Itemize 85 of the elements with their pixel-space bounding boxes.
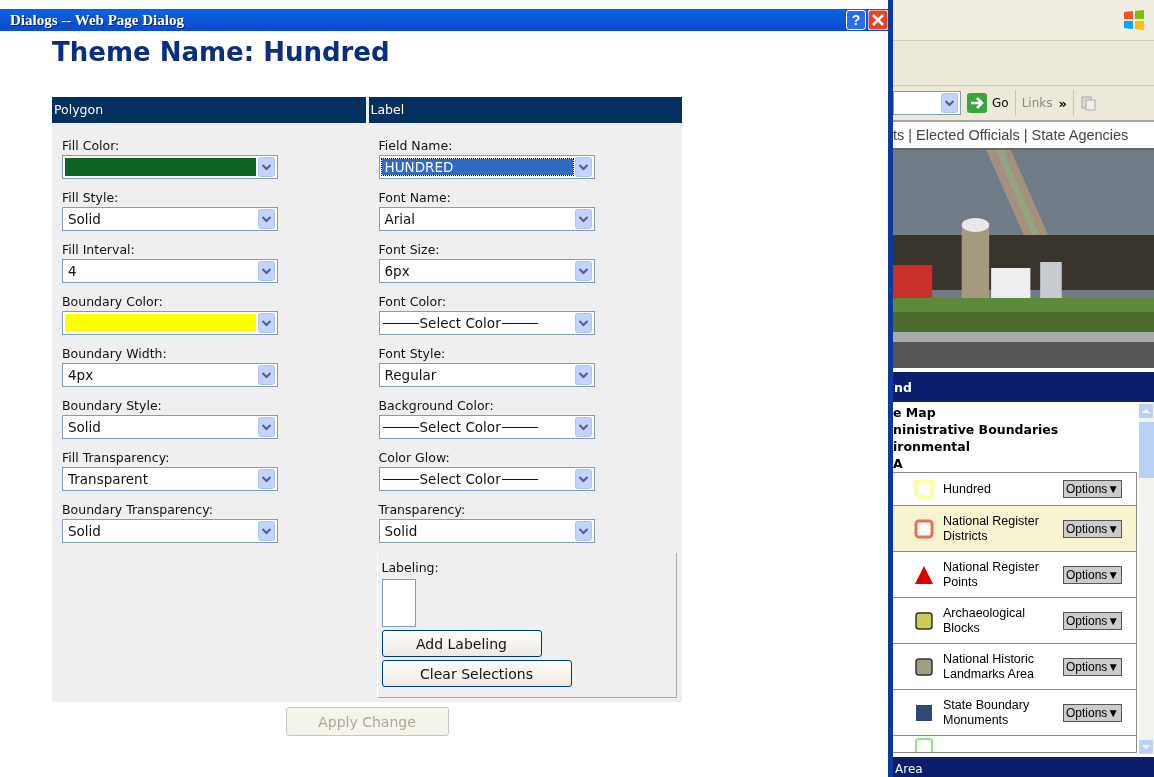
field-label: Font Name: xyxy=(378,189,452,206)
layer-name: National Register Points xyxy=(943,559,1040,590)
field-label: Boundary Color: xyxy=(62,293,164,310)
dropdown[interactable]: Transparent xyxy=(62,467,278,491)
layer-name: State Boundary Monuments xyxy=(943,697,1031,728)
scroll-up-icon[interactable] xyxy=(1139,404,1153,418)
field-label: Color Glow: xyxy=(378,449,451,466)
field-label: Font Color: xyxy=(378,293,448,310)
field-label: Boundary Transparency: xyxy=(62,501,214,518)
action-button[interactable]: Add Labeling xyxy=(381,630,542,657)
dropdown[interactable]: Regular xyxy=(378,363,595,387)
scrollbar[interactable] xyxy=(1139,402,1154,754)
field-label: Background Color: xyxy=(378,397,495,414)
layer-name: Hundred xyxy=(943,481,992,497)
field-label: Fill Style: xyxy=(62,189,120,206)
scrollbar-thumb[interactable] xyxy=(1139,422,1154,478)
dropdown-value: 6px xyxy=(383,263,411,279)
dropdown-value: Solid xyxy=(67,419,102,435)
dropdown[interactable] xyxy=(62,155,278,179)
dropdown[interactable]: Solid xyxy=(62,415,278,439)
options-button[interactable]: Options▼ xyxy=(1063,480,1123,498)
site-links[interactable]: ts | Elected Officials | State Agencies xyxy=(893,122,1154,150)
layer-group[interactable]: ninistrative Boundaries xyxy=(893,421,1139,438)
layer-row[interactable]: National Register Districts Options▼ xyxy=(893,506,1136,552)
section-header: Label xyxy=(368,97,682,123)
dropdown-value: Solid xyxy=(67,523,102,539)
field-label: Fill Color: xyxy=(62,137,121,154)
scroll-down-icon[interactable] xyxy=(1139,740,1153,754)
layer-group[interactable]: ironmental xyxy=(893,438,1139,455)
field-label: Fill Transparency: xyxy=(62,449,171,466)
dropdown-value: Select Color xyxy=(381,471,573,487)
dropdown[interactable]: Solid xyxy=(62,207,278,231)
dropdown-value: Select Color xyxy=(381,315,573,331)
window-title: Dialogs -- Web Page Dialog xyxy=(10,11,184,29)
field-label: Transparency: xyxy=(378,501,467,518)
dropdown-value: 4 xyxy=(67,263,78,279)
dropdown[interactable]: HUNDRED xyxy=(378,155,595,179)
dropdown[interactable]: Select Color xyxy=(378,311,595,335)
field-label: Font Style: xyxy=(378,345,447,362)
help-button[interactable]: ? xyxy=(846,10,866,30)
theme-heading: Theme Name: Hundred xyxy=(52,37,391,69)
section-header: Polygon xyxy=(52,97,366,123)
address-field[interactable] xyxy=(893,91,961,115)
dropdown-value: Regular xyxy=(383,367,438,383)
options-button[interactable]: Options▼ xyxy=(1063,703,1123,722)
field-label: Labeling: xyxy=(381,559,439,576)
panel-header: nd xyxy=(893,372,1154,402)
dropdown[interactable]: 4 xyxy=(62,259,278,283)
dropdown-value: Select Color xyxy=(381,419,573,435)
field-label: Fill Interval: xyxy=(62,241,136,258)
dropdown-value: Arial xyxy=(383,211,417,227)
layer-group[interactable]: e Map xyxy=(893,404,1139,421)
dropdown[interactable]: Solid xyxy=(62,519,278,543)
layer-group[interactable]: A xyxy=(893,455,1139,472)
panel-footer: Area xyxy=(893,757,1154,777)
dropdown-value: Transparent xyxy=(67,471,149,487)
dropdown[interactable]: Select Color xyxy=(378,467,595,491)
windows-flag-icon xyxy=(1122,8,1146,32)
page-icon[interactable] xyxy=(1079,94,1098,112)
close-icon[interactable] xyxy=(868,10,888,30)
go-arrow-icon xyxy=(967,93,987,113)
field-label: Field Name: xyxy=(378,137,454,154)
layer-name: Archaeological Blocks xyxy=(943,605,1026,636)
dropdown[interactable]: Solid xyxy=(378,519,595,543)
layer-name: National Historic Landmarks Area xyxy=(943,651,1036,682)
field-label: Boundary Style: xyxy=(62,397,163,414)
dropdown[interactable]: Arial xyxy=(378,207,595,231)
labeling-list[interactable] xyxy=(381,579,416,627)
layer-name: National Register Districts xyxy=(943,513,1040,544)
dropdown-value: Solid xyxy=(383,523,419,539)
field-label: Font Size: xyxy=(378,241,441,258)
go-button[interactable]: Go xyxy=(967,93,1009,113)
options-button[interactable]: Options▼ xyxy=(1063,657,1123,676)
options-button[interactable]: Options▼ xyxy=(1063,611,1123,630)
options-button[interactable]: Options▼ xyxy=(1063,565,1123,584)
dropdown[interactable]: Select Color xyxy=(378,415,595,439)
dropdown[interactable]: 6px xyxy=(378,259,595,283)
action-button[interactable]: Clear Selections xyxy=(381,660,572,687)
dropdown-value: HUNDRED xyxy=(381,159,573,175)
dropdown-value: Solid xyxy=(67,211,102,227)
links-chevron[interactable]: » xyxy=(1058,95,1067,111)
dropdown[interactable]: 4px xyxy=(62,363,278,387)
dropdown-value: 4px xyxy=(67,367,95,383)
field-label: Boundary Width: xyxy=(62,345,168,362)
options-button[interactable]: Options▼ xyxy=(1063,519,1123,538)
